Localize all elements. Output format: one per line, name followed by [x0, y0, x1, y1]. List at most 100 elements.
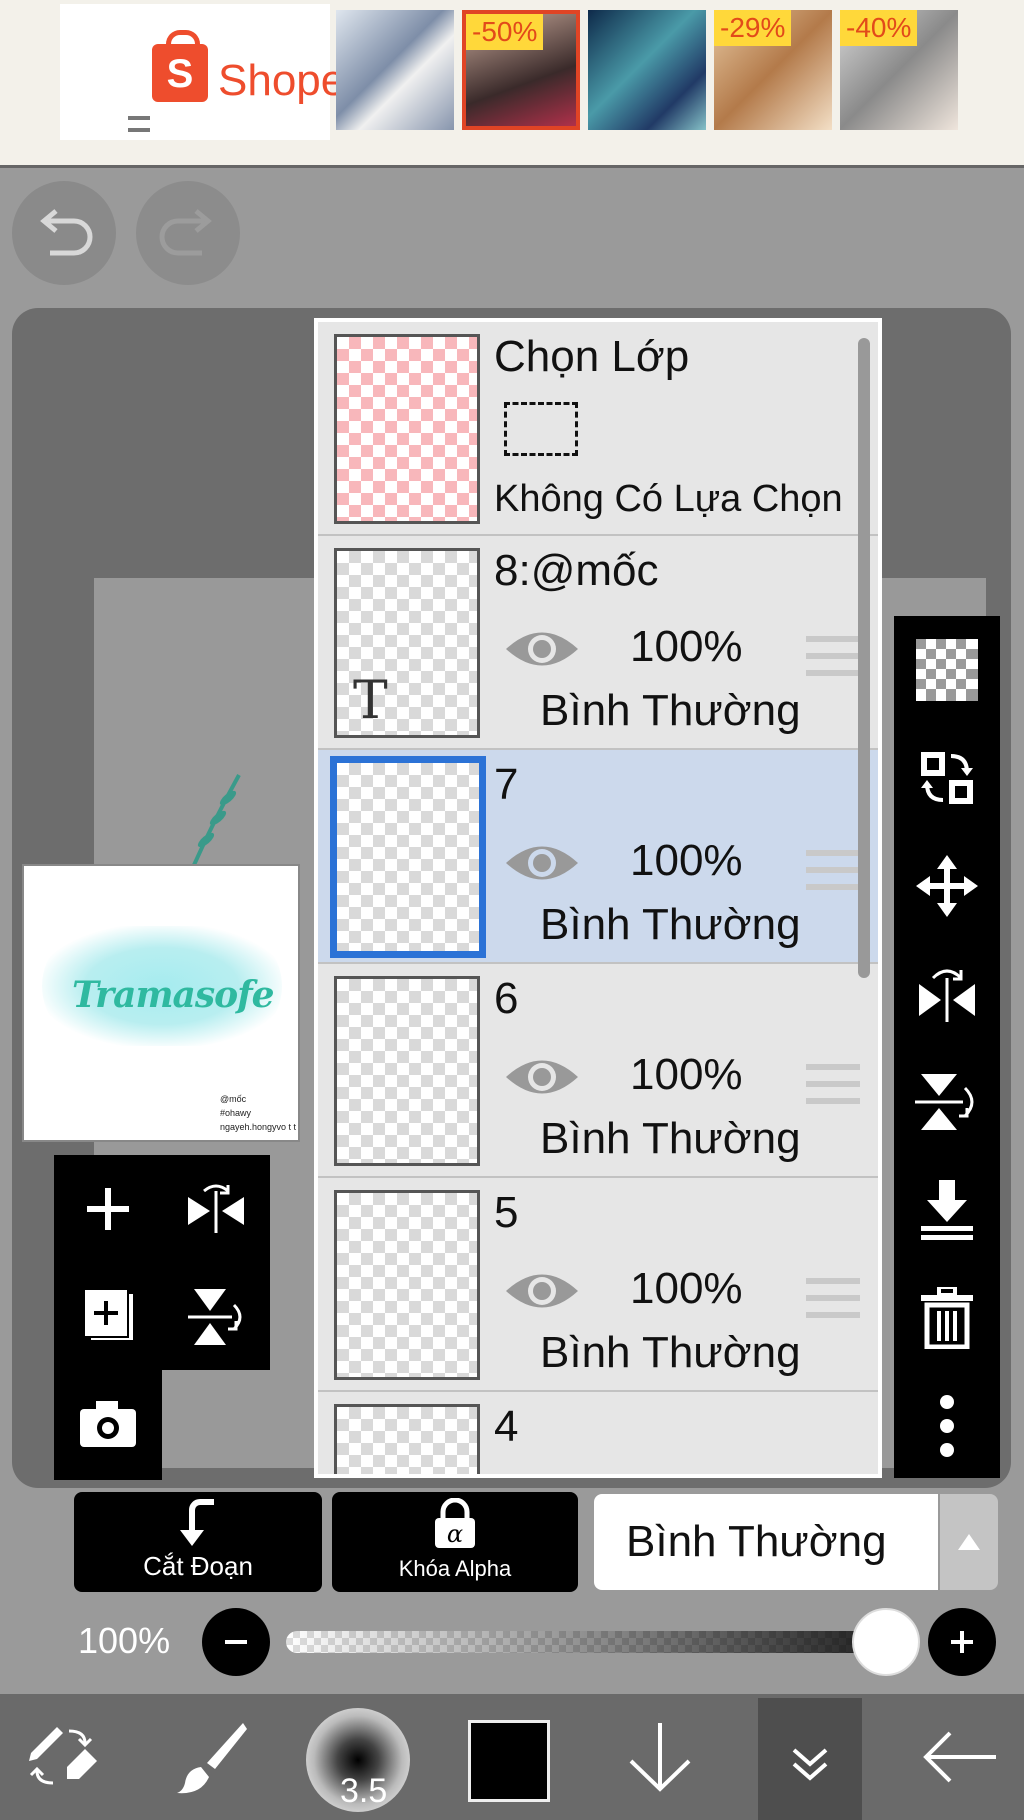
layers-panel[interactable]: Chọn Lớp Không Có Lựa Chọn T 8:@mốc 100%… — [314, 318, 882, 1478]
eye-icon[interactable] — [504, 1052, 580, 1102]
layer-row[interactable]: 5 100% Bình Thường — [318, 1178, 878, 1392]
layer-tools-panel — [54, 1155, 270, 1370]
eye-icon[interactable] — [504, 624, 580, 674]
canvas-preview[interactable]: Tramasofe @mốc #ohawy ngayeh.hongyvo t t — [22, 864, 300, 1142]
discount-badge: -29% — [714, 10, 792, 46]
undo-button[interactable] — [12, 181, 116, 285]
clipping-button[interactable]: Cắt Đoạn — [74, 1492, 322, 1592]
alpha-lock-label: Khóa Alpha — [398, 1556, 512, 1581]
camera-button[interactable] — [54, 1370, 162, 1478]
layer-down-button[interactable] — [620, 1694, 700, 1820]
camera-icon — [80, 1401, 136, 1447]
pen-eraser-swap-icon — [29, 1727, 97, 1785]
layer-name: 6 — [494, 974, 519, 1023]
plus-icon — [951, 1631, 973, 1653]
layers-scrollbar[interactable] — [858, 338, 870, 978]
discount-badge: -40% — [840, 10, 918, 46]
opacity-decrease-button[interactable] — [202, 1608, 270, 1676]
brush-tool-button[interactable] — [166, 1694, 256, 1820]
more-options-button[interactable] — [894, 1372, 1000, 1480]
preview-title: Tramasofe — [72, 974, 275, 1016]
layer-name: 8:@mốc — [494, 546, 659, 595]
flip-horizontal-button[interactable] — [162, 1155, 270, 1263]
swap-layer-button[interactable] — [894, 724, 1000, 832]
back-button[interactable] — [914, 1694, 1006, 1820]
double-chevron-down-icon — [792, 1748, 828, 1781]
move-icon — [916, 855, 978, 917]
ad-product-image[interactable]: -40% — [840, 10, 958, 130]
delete-layer-button[interactable] — [894, 1264, 1000, 1372]
layer-row[interactable]: 6 100% Bình Thường — [318, 964, 878, 1178]
layer-name: 5 — [494, 1188, 519, 1237]
ad-menu-icon[interactable] — [128, 116, 150, 132]
ad-product-image[interactable] — [588, 10, 706, 130]
brush-size-value: 3.5 — [340, 1772, 388, 1810]
drag-handle-icon[interactable] — [806, 850, 860, 890]
drag-handle-icon[interactable] — [806, 1278, 860, 1318]
flip-vertical-icon — [188, 1289, 242, 1345]
opacity-increase-button[interactable] — [928, 1608, 996, 1676]
leaf-decoration — [192, 774, 241, 866]
layer-thumbnail — [334, 1190, 480, 1380]
add-copy-layer-button[interactable] — [54, 1263, 162, 1371]
arrow-left-icon — [923, 1731, 996, 1783]
opacity-slider-thumb[interactable] — [852, 1608, 920, 1676]
layer-opacity-label: 100% — [78, 1620, 171, 1661]
move-button[interactable] — [894, 832, 1000, 940]
merge-down-button[interactable] — [894, 1156, 1000, 1264]
layer-blend-mode: Bình Thường — [540, 686, 801, 735]
layer-thumbnail — [330, 756, 486, 958]
alpha-lock-button[interactable]: α Khóa Alpha — [332, 1492, 578, 1592]
redo-button[interactable] — [136, 181, 240, 285]
text-layer-icon: T — [353, 671, 388, 731]
flip-horizontal-layer-button[interactable] — [894, 940, 1000, 1048]
trash-icon — [921, 1287, 973, 1349]
layer-actions-toolbar — [894, 616, 1000, 1478]
layer-name: 4 — [494, 1402, 519, 1451]
selection-thumbnail — [334, 334, 480, 524]
layer-opacity: 100% — [630, 1264, 743, 1313]
ad-product-image[interactable] — [336, 10, 454, 130]
eye-icon[interactable] — [504, 838, 580, 888]
ad-product-image[interactable]: -50% — [462, 10, 580, 130]
more-vertical-icon — [940, 1395, 954, 1457]
ad-banner[interactable]: S Shopee -50% -29% -40% — [0, 0, 1024, 168]
flip-vertical-icon — [915, 1074, 974, 1130]
eye-icon[interactable] — [504, 1266, 580, 1316]
selection-marquee-icon — [504, 402, 578, 456]
drag-handle-icon[interactable] — [806, 1064, 860, 1104]
clipping-arrow-icon — [180, 1499, 214, 1546]
ad-product-image[interactable]: -29% — [714, 10, 832, 130]
blend-mode-dropdown-button[interactable] — [940, 1494, 998, 1590]
checkerboard-icon — [916, 639, 978, 701]
layer-blend-mode: Bình Thường — [540, 1328, 801, 1377]
layer-opacity: 100% — [630, 836, 743, 885]
opacity-slider-track[interactable] — [286, 1631, 906, 1653]
undo-icon — [40, 209, 93, 256]
transparent-layer-button[interactable] — [894, 616, 1000, 724]
minus-icon — [225, 1640, 247, 1644]
flip-vertical-layer-button[interactable] — [894, 1048, 1000, 1156]
shopee-bag-icon: S — [152, 30, 208, 102]
add-layer-button[interactable] — [54, 1155, 162, 1263]
merge-down-icon — [921, 1180, 973, 1240]
layer-row-selected[interactable]: 7 100% Bình Thường — [318, 750, 878, 964]
flip-horizontal-icon — [919, 969, 975, 1022]
tool-switch-button[interactable] — [18, 1694, 108, 1820]
layer-row[interactable]: 4 — [318, 1392, 878, 1474]
shopee-logo[interactable]: S Shopee — [60, 4, 370, 140]
layer-thumbnail — [334, 1404, 480, 1474]
layer-name: 7 — [494, 760, 519, 809]
selection-layer-row[interactable]: Chọn Lớp Không Có Lựa Chọn — [318, 322, 878, 536]
selection-status: Không Có Lựa Chọn — [494, 478, 843, 520]
blend-mode-select[interactable]: Bình Thường — [594, 1494, 938, 1590]
color-swatch-button[interactable] — [468, 1720, 550, 1802]
layer-opacity: 100% — [630, 622, 743, 671]
collapse-panel-button[interactable] — [758, 1698, 862, 1820]
drag-handle-icon[interactable] — [806, 636, 860, 676]
layer-row[interactable]: T 8:@mốc 100% Bình Thường — [318, 536, 878, 750]
plus-icon — [87, 1188, 129, 1230]
redo-icon — [159, 209, 212, 256]
selection-title: Chọn Lớp — [494, 332, 690, 381]
flip-vertical-button[interactable] — [162, 1263, 270, 1371]
